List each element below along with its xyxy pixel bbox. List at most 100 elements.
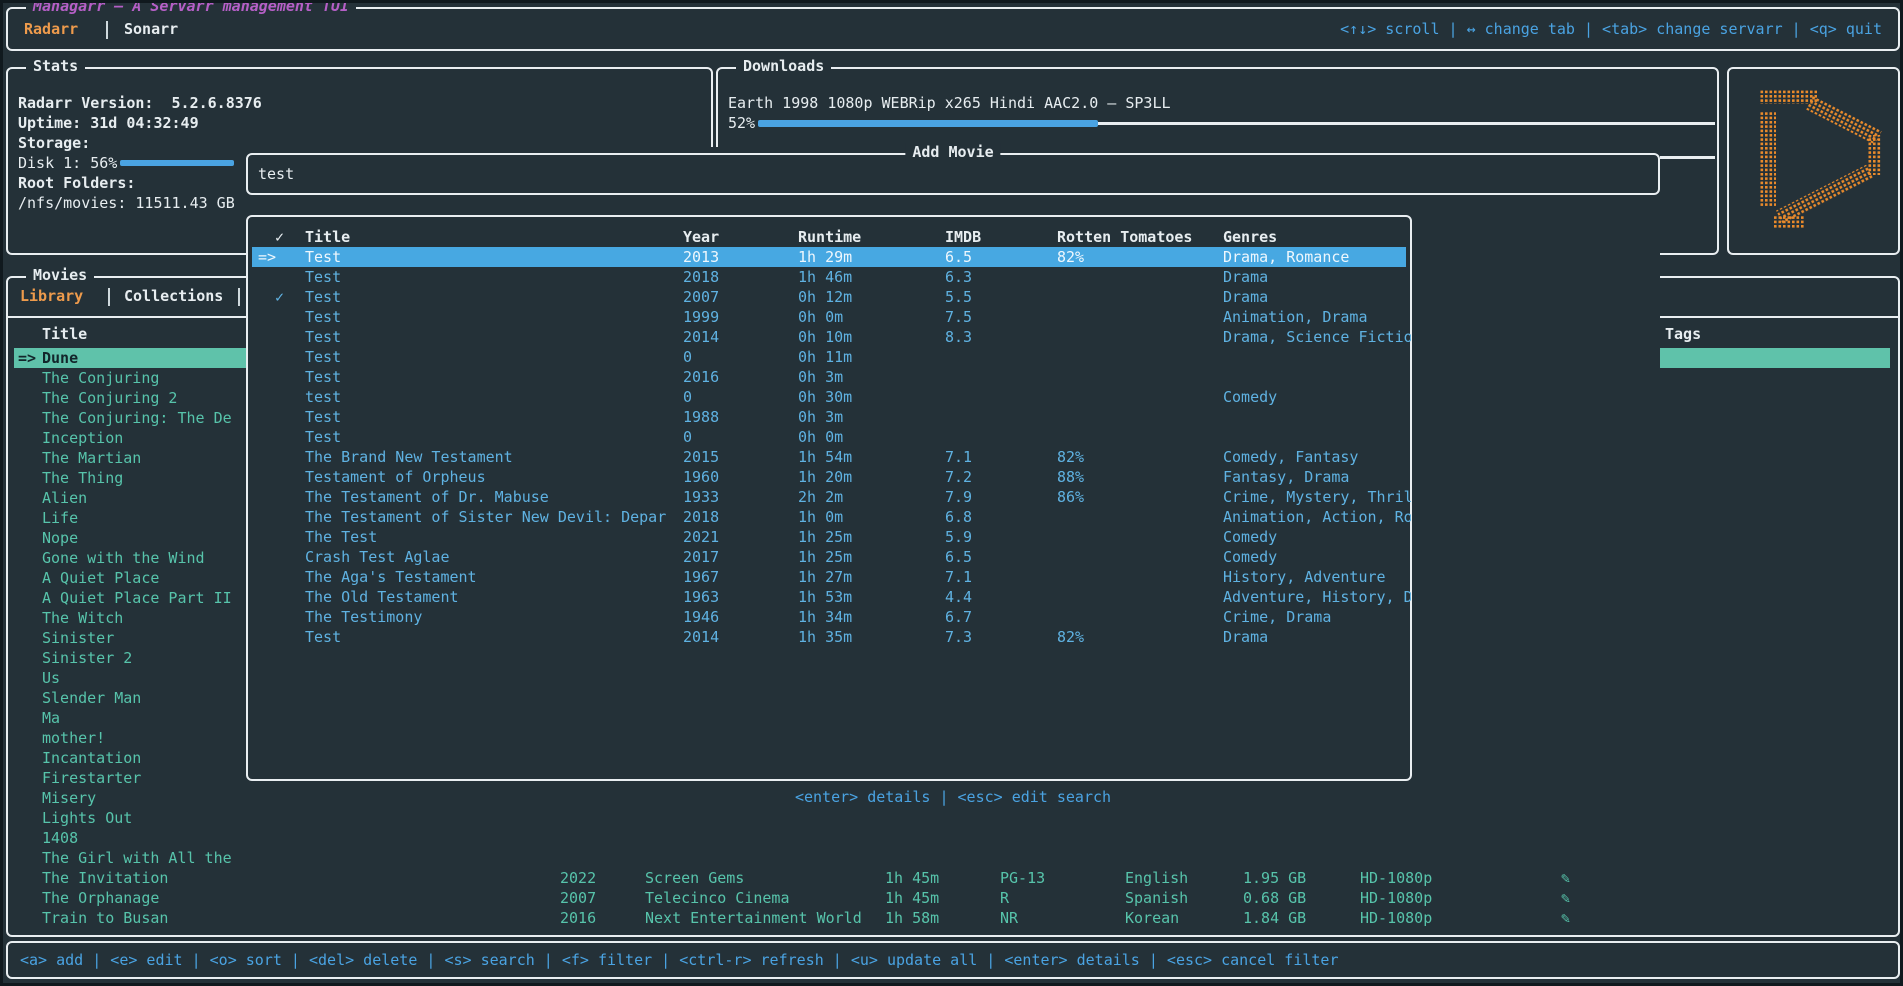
result-year: 0 xyxy=(683,347,692,367)
movie-title: Sinister xyxy=(42,628,238,648)
result-rotten-tomatoes: 82% xyxy=(1057,627,1084,647)
search-result-row[interactable]: The Test20211h 25m5.9Comedy xyxy=(252,527,1406,547)
result-title: Test xyxy=(305,627,677,647)
movie-language: English xyxy=(1125,868,1188,888)
result-year: 2007 xyxy=(683,287,719,307)
result-year: 1946 xyxy=(683,607,719,627)
result-genres: Animation, Action, Romance xyxy=(1223,507,1411,527)
movie-studio: Telecinco Cinema xyxy=(645,888,790,908)
movie-search-box: Add Movie xyxy=(246,153,1660,195)
search-result-row[interactable]: The Testimony19461h 34m6.7Crime, Drama xyxy=(252,607,1406,627)
movie-title: A Quiet Place xyxy=(42,568,238,588)
column-genres: Genres xyxy=(1223,227,1411,247)
tag-pen-icon: ✎ xyxy=(1561,908,1570,928)
movie-runtime: 1h 58m xyxy=(885,908,939,928)
column-runtime: Runtime xyxy=(798,227,861,247)
movie-title: The Conjuring: The De xyxy=(42,408,238,428)
result-runtime: 0h 12m xyxy=(798,287,852,307)
result-title: Test xyxy=(305,287,677,307)
search-result-row[interactable]: =>Test20131h 29m6.582%Drama, Romance xyxy=(252,247,1406,267)
movie-size: 1.84 GB xyxy=(1243,908,1306,928)
result-title: The Testament of Sister New Devil: Depar xyxy=(305,507,677,527)
result-imdb: 7.5 xyxy=(945,307,972,327)
search-result-row[interactable]: Test20181h 46m6.3Drama xyxy=(252,267,1406,287)
search-result-row[interactable]: Test00h 0m xyxy=(252,427,1406,447)
movie-year: 2022 xyxy=(560,868,596,888)
search-result-row[interactable]: The Testament of Sister New Devil: Depar… xyxy=(252,507,1406,527)
result-imdb: 8.3 xyxy=(945,327,972,347)
movie-title: 1408 xyxy=(42,828,238,848)
tab-sonarr[interactable]: Sonarr xyxy=(124,19,178,39)
tab-library[interactable]: Library xyxy=(20,286,83,306)
search-result-row[interactable]: Test19880h 3m xyxy=(252,407,1406,427)
result-imdb: 7.9 xyxy=(945,487,972,507)
search-result-row[interactable]: Crash Test Aglae20171h 25m6.5Comedy xyxy=(252,547,1406,567)
search-result-row[interactable]: The Testament of Dr. Mabuse19332h 2m7.98… xyxy=(252,487,1406,507)
movie-title: Dune xyxy=(42,348,238,368)
movies-tab-separator xyxy=(108,288,110,306)
movie-title: Nope xyxy=(42,528,238,548)
downloads-panel-title: Downloads xyxy=(736,57,831,75)
result-runtime: 1h 27m xyxy=(798,567,852,587)
tab-collections[interactable]: Collections xyxy=(124,286,223,306)
movie-language: Spanish xyxy=(1125,888,1188,908)
result-runtime: 0h 30m xyxy=(798,387,852,407)
result-genres: Drama, Romance xyxy=(1223,247,1411,267)
result-genres: Comedy xyxy=(1223,387,1411,407)
result-title: Crash Test Aglae xyxy=(305,547,677,567)
tab-radarr[interactable]: Radarr xyxy=(24,19,78,39)
result-imdb: 6.8 xyxy=(945,507,972,527)
movie-quality: HD-1080p xyxy=(1360,908,1432,928)
search-result-row[interactable]: The Aga's Testament19671h 27m7.1History,… xyxy=(252,567,1406,587)
search-result-row[interactable]: The Brand New Testament20151h 54m7.182%C… xyxy=(252,447,1406,467)
search-result-row[interactable]: The Old Testament19631h 53m4.4Adventure,… xyxy=(252,587,1406,607)
result-title: The Test xyxy=(305,527,677,547)
result-imdb: 6.7 xyxy=(945,607,972,627)
result-runtime: 1h 46m xyxy=(798,267,852,287)
result-year: 1967 xyxy=(683,567,719,587)
radarr-logo xyxy=(1729,69,1898,253)
movie-title: Firestarter xyxy=(42,768,238,788)
result-year: 2014 xyxy=(683,327,719,347)
search-result-row[interactable]: test00h 30mComedy xyxy=(252,387,1406,407)
search-result-row[interactable]: ✓Test20070h 12m5.5Drama xyxy=(252,287,1406,307)
table-row[interactable]: The Invitation2022Screen Gems1h 45mPG-13… xyxy=(14,868,1890,888)
result-runtime: 1h 34m xyxy=(798,607,852,627)
result-runtime: 1h 35m xyxy=(798,627,852,647)
table-row[interactable]: Train to Busan2016Next Entertainment Wor… xyxy=(14,908,1890,928)
disk-usage-bar xyxy=(120,160,234,166)
result-genres: Comedy xyxy=(1223,527,1411,547)
movie-runtime: 1h 45m xyxy=(885,868,939,888)
result-runtime: 2h 2m xyxy=(798,487,843,507)
app-title: Managarr — A Servarr management TUI xyxy=(26,0,356,15)
search-result-row[interactable]: Test19990h 0m7.5Animation, Drama xyxy=(252,307,1406,327)
movie-certification: NR xyxy=(1000,908,1018,928)
bottom-keybind-help: <a> add | <e> edit | <o> sort | <del> de… xyxy=(20,950,1339,970)
result-imdb: 5.9 xyxy=(945,527,972,547)
movie-title: The Conjuring xyxy=(42,368,238,388)
search-result-row[interactable]: Test00h 11m xyxy=(252,347,1406,367)
result-title: test xyxy=(305,387,677,407)
managarr-app: Managarr — A Servarr management TUI Rada… xyxy=(0,0,1903,986)
movies-panel-title: Movies xyxy=(26,266,94,284)
result-genres: Drama xyxy=(1223,287,1411,307)
movie-studio: Next Entertainment World xyxy=(645,908,862,928)
result-title: The Brand New Testament xyxy=(305,447,677,467)
result-title: The Old Testament xyxy=(305,587,677,607)
result-rotten-tomatoes: 82% xyxy=(1057,447,1084,467)
selection-marker: => xyxy=(18,348,36,368)
movie-title: The Conjuring 2 xyxy=(42,388,238,408)
movie-title: Ma xyxy=(42,708,238,728)
search-result-row[interactable]: Testament of Orpheus19601h 20m7.288%Fant… xyxy=(252,467,1406,487)
search-result-row[interactable]: Test20141h 35m7.382%Drama xyxy=(252,627,1406,647)
result-runtime: 0h 11m xyxy=(798,347,852,367)
search-result-row[interactable]: Test20160h 3m xyxy=(252,367,1406,387)
result-genres: Adventure, History, Drama xyxy=(1223,587,1411,607)
download-progress-remainder xyxy=(1098,122,1715,125)
movie-size: 0.68 GB xyxy=(1243,888,1306,908)
search-result-row[interactable]: Test20140h 10m8.3Drama, Science Fiction xyxy=(252,327,1406,347)
table-row[interactable]: The Orphanage2007Telecinco Cinema1h 45mR… xyxy=(14,888,1890,908)
movie-search-input[interactable] xyxy=(258,157,1648,191)
result-title: The Testimony xyxy=(305,607,677,627)
movie-title: Inception xyxy=(42,428,238,448)
